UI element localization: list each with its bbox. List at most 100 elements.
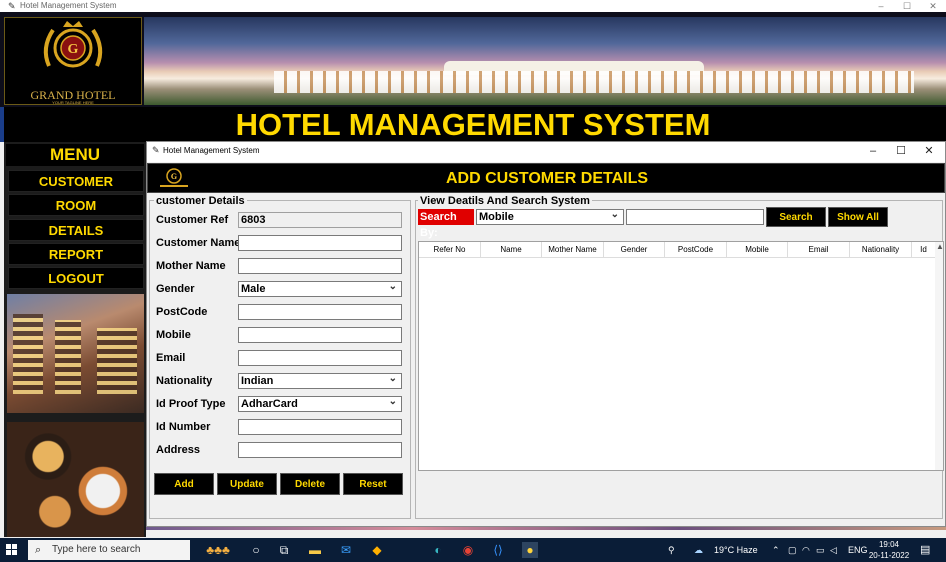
customer-ref-field[interactable]: 6803 — [238, 212, 402, 228]
gender-select[interactable]: Male — [238, 280, 402, 297]
weather-icon: ☁ — [694, 545, 703, 555]
taskbar-search[interactable]: ⌕ Type here to search — [28, 540, 190, 560]
id-proof-label: Id Proof Type — [156, 398, 226, 410]
email-field[interactable] — [238, 350, 402, 366]
clock-time: 19:04 — [878, 540, 900, 549]
file-explorer-icon[interactable]: ▬ — [307, 542, 323, 558]
minimize-button[interactable]: – — [868, 0, 894, 12]
tray-device-icon[interactable]: ▢ — [788, 538, 797, 562]
menu-logout-button[interactable]: LOGOUT — [8, 267, 144, 289]
reset-button[interactable]: Reset — [343, 473, 403, 495]
postcode-label: PostCode — [156, 306, 208, 318]
mother-name-label: Mother Name — [156, 260, 226, 272]
menu-report-button[interactable]: REPORT — [8, 243, 144, 265]
search-button[interactable]: Search — [766, 207, 826, 227]
vscode-icon[interactable]: ⟨⟩ — [490, 542, 506, 558]
col-id[interactable]: Id — [912, 242, 936, 258]
search-by-value: Mobile — [479, 211, 514, 223]
feather-icon: ✎ — [152, 145, 160, 155]
language-indicator[interactable]: ENG — [848, 538, 868, 562]
nationality-value: Indian — [241, 375, 274, 387]
battery-icon[interactable]: ▭ — [816, 538, 825, 562]
food-image — [7, 422, 144, 537]
customer-details-label: customer Details — [154, 195, 247, 207]
id-proof-value: AdharCard — [241, 398, 298, 410]
scroll-up-icon[interactable]: ▲ — [936, 242, 943, 251]
child-close-button[interactable]: ✕ — [915, 142, 943, 160]
form-header: G ADD CUSTOMER DETAILS — [147, 163, 945, 193]
id-number-field[interactable] — [238, 419, 402, 435]
postcode-field[interactable] — [238, 304, 402, 320]
task-view-icon[interactable]: ⧉ — [276, 542, 292, 558]
form-button-bar: Add Update Delete Reset — [154, 473, 406, 497]
col-email[interactable]: Email — [788, 242, 850, 258]
child-maximize-button[interactable]: ☐ — [887, 142, 915, 160]
volume-icon[interactable]: ◁ — [830, 538, 837, 562]
python-icon[interactable]: ● — [522, 542, 538, 558]
col-postcode[interactable]: PostCode — [665, 242, 727, 258]
search-input[interactable] — [626, 209, 764, 225]
mobile-field[interactable] — [238, 327, 402, 343]
col-gender[interactable]: Gender — [604, 242, 665, 258]
customer-table[interactable]: Refer No Name Mother Name Gender PostCod… — [418, 241, 944, 471]
col-mother-name[interactable]: Mother Name — [542, 242, 604, 258]
nationality-label: Nationality — [156, 375, 213, 387]
address-label: Address — [156, 444, 201, 456]
cortana-icon[interactable]: ○ — [248, 542, 264, 558]
col-refer-no[interactable]: Refer No — [419, 242, 481, 258]
menu-room-button[interactable]: ROOM — [8, 194, 144, 216]
show-all-button[interactable]: Show All — [828, 207, 888, 227]
maximize-button[interactable]: ☐ — [894, 0, 920, 12]
nationality-select[interactable]: Indian — [238, 372, 402, 389]
people-tray-icon[interactable]: ⚲ — [668, 538, 675, 562]
child-minimize-button[interactable]: – — [859, 142, 887, 160]
delete-button[interactable]: Delete — [280, 473, 340, 495]
customer-name-field[interactable] — [238, 235, 402, 251]
logo-tagline: YOUR TAGLINE HERE — [52, 100, 94, 105]
mother-name-field[interactable] — [238, 258, 402, 274]
search-frame: View Deatils And Search System Search By… — [415, 195, 944, 519]
app-titlebar: ✎ Hotel Management System – ☐ ✕ — [0, 0, 946, 12]
customer-name-label: Customer Name: — [156, 237, 245, 249]
customer-details-frame: customer Details Customer Ref 6803 Custo… — [149, 195, 411, 519]
search-by-label: Search By: — [418, 209, 474, 239]
gender-value: Male — [241, 283, 266, 295]
col-mobile[interactable]: Mobile — [727, 242, 788, 258]
id-proof-select[interactable]: AdharCard — [238, 395, 402, 412]
vertical-scrollbar[interactable]: ▲ ▼ — [935, 242, 943, 470]
mail-icon[interactable]: ✉ — [338, 542, 354, 558]
search-by-select[interactable]: Mobile — [476, 208, 624, 225]
update-button[interactable]: Update — [217, 473, 277, 495]
col-name[interactable]: Name — [481, 242, 542, 258]
chrome-icon[interactable]: ◉ — [460, 542, 476, 558]
taskbar-search-placeholder: Type here to search — [52, 544, 141, 555]
address-field[interactable] — [238, 442, 402, 458]
taskbar-clock[interactable]: 19:04 20-11-2022 — [866, 539, 912, 561]
notification-icon[interactable]: ▤ — [920, 538, 930, 562]
col-nationality[interactable]: Nationality — [850, 242, 912, 258]
wifi-icon[interactable]: ◠ — [802, 538, 810, 562]
page-title: HOTEL MANAGEMENT SYSTEM — [235, 107, 711, 142]
gender-label: Gender — [156, 283, 195, 295]
table-header: Refer No Name Mother Name Gender PostCod… — [419, 242, 943, 258]
id-number-label: Id Number — [156, 421, 211, 433]
menu-details-button[interactable]: DETAILS — [8, 219, 144, 241]
edge-icon[interactable]: ◐ — [430, 542, 446, 558]
customer-window: ✎ Hotel Management System – ☐ ✕ G ADD CU… — [146, 141, 946, 527]
app-title: Hotel Management System — [20, 1, 117, 10]
add-button[interactable]: Add — [154, 473, 214, 495]
close-button[interactable]: ✕ — [920, 0, 946, 12]
store-icon[interactable]: ◆ — [369, 542, 385, 558]
people-illustration-icon[interactable]: ♣♣♣ — [198, 542, 238, 558]
child-titlebar: ✎ Hotel Management System – ☐ ✕ — [147, 142, 945, 162]
menu-customer-button[interactable]: CUSTOMER — [8, 170, 144, 192]
search-icon: ⌕ — [35, 544, 42, 556]
clock-date: 20-11-2022 — [868, 551, 910, 560]
windows-taskbar: ⌕ Type here to search ♣♣♣ ○ ⧉ ▬ ✉ ◆ ◐ ◉ … — [0, 538, 946, 562]
tray-chevron-icon[interactable]: ⌃ — [772, 538, 780, 562]
weather-text[interactable]: 19°C Haze — [714, 538, 758, 562]
mobile-label: Mobile — [156, 329, 191, 341]
form-heading: ADD CUSTOMER DETAILS — [445, 170, 649, 187]
windows-start-icon[interactable] — [6, 544, 18, 556]
email-label: Email — [156, 352, 186, 364]
